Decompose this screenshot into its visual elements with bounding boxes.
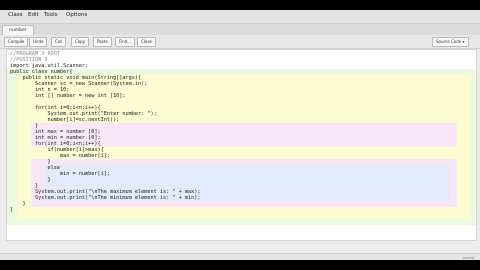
chevron-down-icon: ▾	[462, 39, 465, 44]
cut-button[interactable]: Cut	[51, 37, 66, 47]
paste-button[interactable]: Paste	[93, 37, 112, 47]
find-button[interactable]: Find...	[115, 37, 136, 47]
close-button[interactable]: Close	[137, 37, 156, 47]
menu-options[interactable]: Options	[66, 12, 87, 18]
copy-button[interactable]: Copy	[71, 37, 90, 47]
code-editor[interactable]: //PROGRAM 3 ROOT//POSITION 3 import java.…	[6, 49, 477, 241]
editor-toolbar: Compile Undo Cut Copy Paste Find... Clos…	[0, 35, 480, 49]
undo-button[interactable]: Undo	[29, 37, 48, 47]
status-text: saved	[462, 255, 474, 260]
bluej-editor-window: Class Edit Tools Options number Compile …	[0, 10, 480, 260]
code-line[interactable]: System.out.print("\nThe minimum element …	[10, 195, 201, 201]
menu-class[interactable]: Class	[8, 12, 22, 18]
menu-edit[interactable]: Edit	[28, 12, 39, 18]
tab-strip: number	[0, 24, 480, 36]
code-line[interactable]: }	[10, 207, 13, 213]
status-bar: saved	[0, 253, 480, 260]
menu-bar: Class Edit Tools Options	[0, 10, 480, 24]
view-mode-label: Source Code	[436, 39, 462, 44]
view-mode-select[interactable]: Source Code ▾	[432, 37, 469, 47]
compile-button[interactable]: Compile	[4, 37, 29, 47]
menu-tools[interactable]: Tools	[44, 12, 58, 18]
code-line[interactable]: int [] number = new int [10];	[10, 93, 126, 99]
